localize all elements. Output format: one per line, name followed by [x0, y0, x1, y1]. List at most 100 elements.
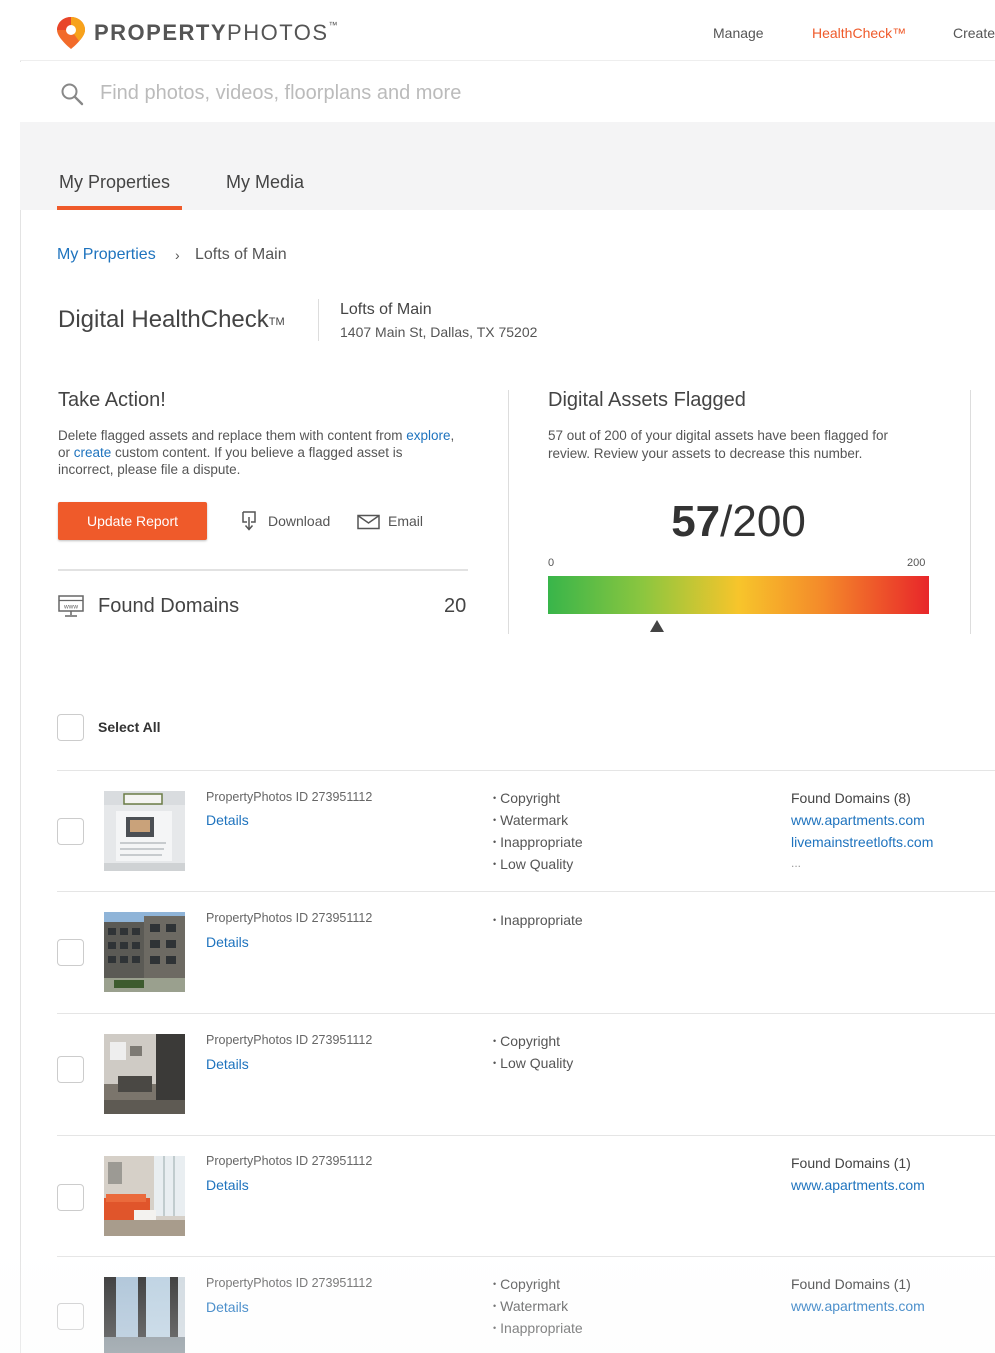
domain-link[interactable]: www.apartments.com [791, 1177, 925, 1193]
flag-item: Watermark [493, 809, 583, 831]
flagged-score: 57/200 [548, 497, 929, 547]
update-report-button[interactable]: Update Report [58, 502, 207, 540]
select-all-checkbox[interactable] [57, 714, 84, 741]
details-link[interactable]: Details [206, 1056, 249, 1072]
asset-thumbnail[interactable] [104, 1034, 185, 1114]
column-divider [508, 390, 509, 634]
gauge-marker-icon [649, 620, 664, 632]
flag-item: Low Quality [493, 1052, 573, 1074]
take-action-title: Take Action! [58, 389, 166, 411]
flag-item: Copyright [493, 787, 583, 809]
found-domains-header: Found Domains (1) [791, 1155, 911, 1171]
download-button[interactable]: Download [268, 513, 330, 529]
nav-healthcheck[interactable]: HealthCheck™ [812, 25, 906, 41]
gauge-min-label: 0 [548, 557, 555, 569]
page-title: Digital HealthCheckTM [58, 306, 285, 334]
digital-assets-title: Digital Assets Flagged [548, 389, 746, 411]
breadcrumb-my-properties[interactable]: My Properties [57, 246, 156, 264]
flag-list: Copyright Low Quality [493, 1030, 573, 1074]
flag-item: Copyright [493, 1273, 583, 1295]
row-checkbox[interactable] [57, 1303, 84, 1330]
create-link[interactable]: create [74, 445, 112, 460]
brand-name: PROPERTYPHOTOS™ [94, 20, 339, 46]
found-domains-header: Found Domains (1) [791, 1276, 911, 1292]
row-checkbox[interactable] [57, 939, 84, 966]
nav-manage[interactable]: Manage [713, 25, 764, 41]
page-title-trademark: TM [268, 316, 285, 328]
row-divider [57, 891, 995, 892]
details-link[interactable]: Details [206, 812, 249, 828]
logo-pin-icon [57, 17, 85, 49]
digital-assets-description: 57 out of 200 of your digital assets hav… [548, 428, 888, 461]
row-checkbox[interactable] [57, 1056, 84, 1083]
brand-name-bold: PROPERTY [94, 20, 228, 45]
row-checkbox[interactable] [57, 818, 84, 845]
gauge-max-label: 200 [907, 557, 926, 569]
email-icon[interactable] [357, 514, 380, 530]
flagged-count: 57 [671, 497, 721, 546]
asset-thumbnail[interactable] [104, 912, 185, 992]
asset-thumbnail[interactable] [104, 1156, 185, 1236]
row-divider [57, 1256, 995, 1257]
chevron-right-icon: › [175, 247, 180, 263]
take-action-description: Delete flagged assets and replace them w… [58, 427, 458, 478]
details-link[interactable]: Details [206, 1299, 249, 1315]
email-button[interactable]: Email [388, 513, 423, 529]
asset-id: PropertyPhotos ID 273951112 [206, 1033, 373, 1047]
brand-name-light: PHOTOS [227, 20, 329, 45]
title-divider [318, 299, 319, 341]
download-icon[interactable] [240, 510, 258, 532]
flag-item: Low Quality [493, 853, 583, 875]
tab-my-media[interactable]: My Media [226, 172, 304, 193]
top-bar: PROPERTYPHOTOS™ Manage HealthCheck™ Crea… [20, 6, 995, 61]
www-domain-icon: www [58, 595, 84, 617]
brand-logo[interactable]: PROPERTYPHOTOS™ [56, 16, 339, 50]
section-divider [58, 569, 468, 571]
total-count: /200 [720, 497, 806, 546]
page-title-text: Digital HealthCheck [58, 306, 269, 333]
breadcrumb-current: Lofts of Main [195, 246, 287, 263]
brand-trademark: ™ [328, 20, 340, 30]
more-domains-indicator[interactable]: ... [791, 856, 801, 870]
found-domains-count: 20 [444, 595, 467, 617]
select-all-label[interactable]: Select All [98, 719, 161, 735]
nav-create[interactable]: Create [953, 25, 995, 41]
asset-thumbnail[interactable] [104, 1277, 185, 1353]
asset-id: PropertyPhotos ID 273951112 [206, 1276, 373, 1290]
health-gauge-bar [548, 576, 929, 614]
row-checkbox[interactable] [57, 1184, 84, 1211]
domain-link[interactable]: www.apartments.com [791, 1298, 925, 1314]
asset-thumbnail[interactable] [104, 791, 185, 871]
flag-list: Copyright Watermark Inappropriate [493, 1273, 583, 1339]
domain-link[interactable]: www.apartments.com [791, 812, 925, 828]
column-divider-right [970, 390, 971, 634]
flag-item: Watermark [493, 1295, 583, 1317]
search-bar [20, 62, 995, 122]
explore-link[interactable]: explore [406, 428, 450, 443]
property-address: 1407 Main St, Dallas, TX 75202 [340, 324, 538, 340]
tab-bar: My Properties My Media [20, 122, 995, 210]
search-icon[interactable] [60, 82, 84, 106]
tab-my-properties[interactable]: My Properties [59, 172, 170, 193]
search-input[interactable] [100, 79, 700, 107]
flag-item: Inappropriate [493, 1317, 583, 1339]
active-tab-indicator [57, 206, 182, 210]
found-domains-label[interactable]: Found Domains [98, 595, 239, 618]
flag-item: Copyright [493, 1030, 573, 1052]
asset-id: PropertyPhotos ID 273951112 [206, 911, 373, 925]
svg-text:www: www [63, 604, 78, 611]
flag-item: Inappropriate [493, 831, 583, 853]
flag-list: Inappropriate [493, 909, 583, 931]
details-link[interactable]: Details [206, 1177, 249, 1193]
row-divider [57, 770, 995, 771]
take-action-text-1: Delete flagged assets and replace them w… [58, 428, 407, 443]
flag-list: Copyright Watermark Inappropriate Low Qu… [493, 787, 583, 875]
domain-link[interactable]: livemainstreetlofts.com [791, 834, 933, 850]
asset-id: PropertyPhotos ID 273951112 [206, 1154, 373, 1168]
property-name: Lofts of Main [340, 301, 432, 318]
details-link[interactable]: Details [206, 934, 249, 950]
row-divider [57, 1135, 995, 1136]
row-divider [57, 1013, 995, 1014]
found-domains-header: Found Domains (8) [791, 790, 911, 806]
flag-item: Inappropriate [493, 909, 583, 931]
